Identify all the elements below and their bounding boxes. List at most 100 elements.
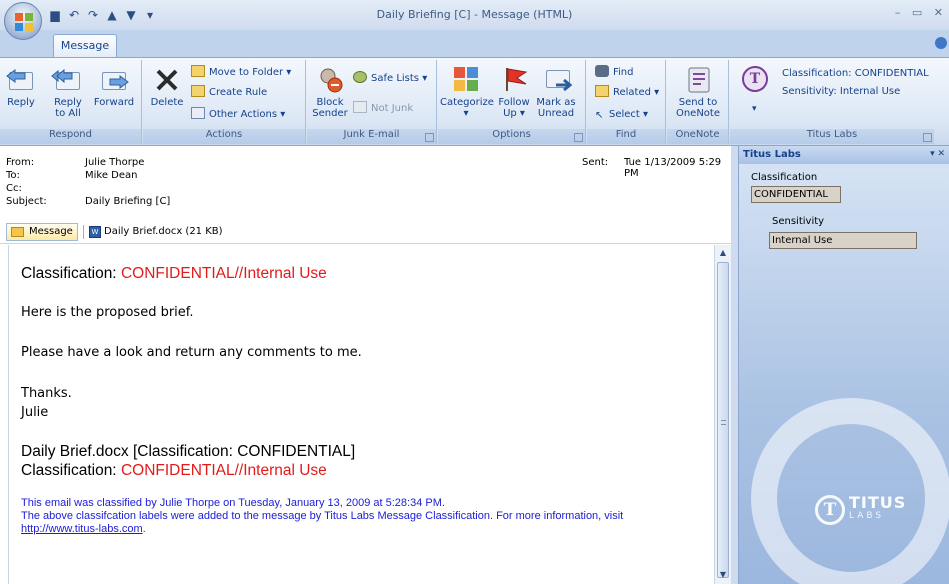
reply-label: Reply — [7, 97, 35, 108]
footer-link-line: http://www.titus-labs.com. — [21, 523, 146, 535]
envelope-icon — [11, 227, 24, 237]
titus-sensitivity-text[interactable]: Sensitivity: Internal Use — [782, 86, 900, 97]
to-label: To: — [6, 170, 20, 181]
send-to-onenote-button[interactable]: Send to OneNote — [675, 64, 721, 119]
scroll-up-arrow-icon[interactable]: ▲ — [717, 248, 729, 260]
titus-labs-pane: Titus Labs ▾ ✕ Classification CONFIDENTI… — [738, 146, 949, 584]
titus-dialog-launcher[interactable] — [923, 133, 932, 142]
pane-splitter[interactable] — [731, 146, 738, 584]
group-onenote: Send to OneNote OneNote — [667, 60, 729, 144]
vertical-scrollbar[interactable]: ▲ ▼ — [714, 245, 731, 584]
pane-classification-field[interactable]: CONFIDENTIAL — [751, 186, 841, 203]
select-button[interactable]: ↖ Select ▾ — [595, 106, 648, 124]
move-folder-icon — [191, 65, 205, 77]
pane-sensitivity-field[interactable]: Internal Use — [769, 232, 917, 249]
create-rule-button[interactable]: Create Rule — [191, 84, 267, 102]
not-junk-icon — [353, 101, 367, 113]
attachment-separator — [83, 225, 84, 239]
group-respond: Reply Reply to All Forward Respond — [0, 60, 142, 144]
find-button[interactable]: Find — [595, 64, 634, 82]
body-paragraph-2: Please have a look and return any commen… — [21, 345, 362, 360]
forward-button[interactable]: Forward — [92, 64, 136, 108]
onenote-icon — [682, 64, 714, 94]
block-sender-label-2: Sender — [312, 108, 348, 119]
tab-message[interactable]: Message — [53, 34, 117, 57]
help-icon[interactable] — [935, 37, 947, 49]
send-onenote-label-2: OneNote — [675, 108, 721, 119]
safe-lists-button[interactable]: Safe Lists ▾ — [353, 70, 427, 88]
group-label-options: Options — [438, 129, 585, 144]
send-onenote-label-1: Send to — [678, 97, 718, 108]
mark-unread-label-2: Unread — [537, 108, 575, 119]
scroll-thumb[interactable] — [717, 262, 729, 578]
reply-all-icon — [51, 64, 84, 94]
pane-title: Titus Labs — [739, 146, 949, 164]
delete-icon — [151, 64, 183, 94]
create-rule-icon — [191, 85, 205, 97]
titus-watermark-logo-icon: T — [815, 495, 845, 525]
from-value[interactable]: Julie Thorpe — [85, 157, 144, 168]
window-title: Daily Briefing [C] - Message (HTML) — [376, 8, 573, 21]
forward-label: Forward — [93, 97, 135, 108]
window-controls[interactable]: – ▭ ✕ — [895, 6, 947, 19]
body-signature: Julie — [21, 405, 49, 420]
other-actions-icon — [191, 107, 205, 119]
message-body[interactable]: Classification: CONFIDENTIAL//Internal U… — [8, 245, 714, 584]
attachment-file[interactable]: W Daily Brief.docx (21 KB) — [89, 223, 223, 241]
block-sender-icon — [314, 64, 346, 94]
group-label-titus-labs: Titus Labs — [730, 129, 934, 144]
options-dialog-launcher[interactable] — [574, 133, 583, 142]
titus-labs-link[interactable]: http://www.titus-labs.com — [21, 523, 143, 535]
titus-watermark-subtext: LABS — [849, 511, 885, 521]
scroll-down-arrow-icon[interactable]: ▼ — [717, 570, 729, 582]
titus-watermark-circle — [751, 398, 949, 584]
forward-icon — [98, 64, 130, 94]
body-classification-line: Classification: CONFIDENTIAL//Internal U… — [21, 265, 327, 282]
categorize-dropdown-arrow: ▾ — [463, 108, 469, 119]
follow-up-flag-icon — [498, 64, 530, 94]
other-actions-button[interactable]: Other Actions ▾ — [191, 106, 285, 124]
from-label: From: — [6, 157, 35, 168]
to-value[interactable]: Mike Dean — [85, 170, 138, 181]
delete-button[interactable]: Delete — [149, 64, 185, 108]
cc-label: Cc: — [6, 183, 22, 194]
group-label-respond: Respond — [0, 129, 141, 144]
attachment-bar: Message W Daily Brief.docx (21 KB) — [0, 220, 738, 244]
group-find: Find Related ▾ ↖ Select ▾ Find — [587, 60, 666, 144]
body-classification-line-2: Classification: CONFIDENTIAL//Internal U… — [21, 462, 327, 479]
group-label-actions: Actions — [143, 129, 305, 144]
subject-label: Subject: — [6, 196, 47, 207]
categorize-label: Categorize — [440, 97, 494, 108]
ribbon: Reply Reply to All Forward Respond Delet… — [0, 57, 949, 146]
titus-logo-icon[interactable]: T — [742, 66, 768, 92]
reply-all-label-1: Reply — [54, 97, 82, 108]
reply-icon — [5, 64, 37, 94]
titus-classification-text[interactable]: Classification: CONFIDENTIAL — [782, 68, 929, 79]
select-cursor-icon: ↖ — [595, 110, 604, 121]
safe-lists-icon — [353, 71, 367, 83]
move-to-folder-button[interactable]: Move to Folder ▾ — [191, 64, 291, 82]
not-junk-button[interactable]: Not Junk — [353, 100, 413, 118]
title-bar: ▆ ↶ ↷ ▲ ▼ ▾ Daily Briefing [C] - Message… — [0, 0, 949, 30]
office-logo-icon — [15, 13, 33, 31]
categorize-button[interactable]: Categorize ▾ — [440, 64, 494, 119]
related-button[interactable]: Related ▾ — [595, 84, 659, 102]
binoculars-icon — [595, 65, 609, 77]
reply-all-label-2: to All — [55, 108, 81, 119]
titus-dropdown-arrow[interactable]: ▾ — [752, 104, 757, 114]
mark-unread-icon — [540, 64, 572, 94]
pane-controls[interactable]: ▾ ✕ — [930, 149, 945, 159]
office-button[interactable] — [4, 2, 42, 40]
attachment-classification-line: Daily Brief.docx [Classification: CONFID… — [21, 443, 356, 460]
group-actions: Delete Move to Folder ▾ Create Rule Othe… — [143, 60, 306, 144]
mark-as-unread-button[interactable]: Mark as Unread — [536, 64, 576, 119]
reply-button[interactable]: Reply — [5, 64, 37, 108]
block-sender-button[interactable]: Block Sender — [311, 64, 349, 119]
categorize-icon — [450, 64, 482, 94]
pane-classification-label: Classification — [751, 172, 818, 183]
follow-up-button[interactable]: Follow Up ▾ — [496, 64, 532, 119]
reply-all-button[interactable]: Reply to All — [48, 64, 88, 119]
mark-unread-label-1: Mark as — [536, 97, 576, 108]
junk-dialog-launcher[interactable] — [425, 133, 434, 142]
message-tab-button[interactable]: Message — [6, 223, 78, 241]
